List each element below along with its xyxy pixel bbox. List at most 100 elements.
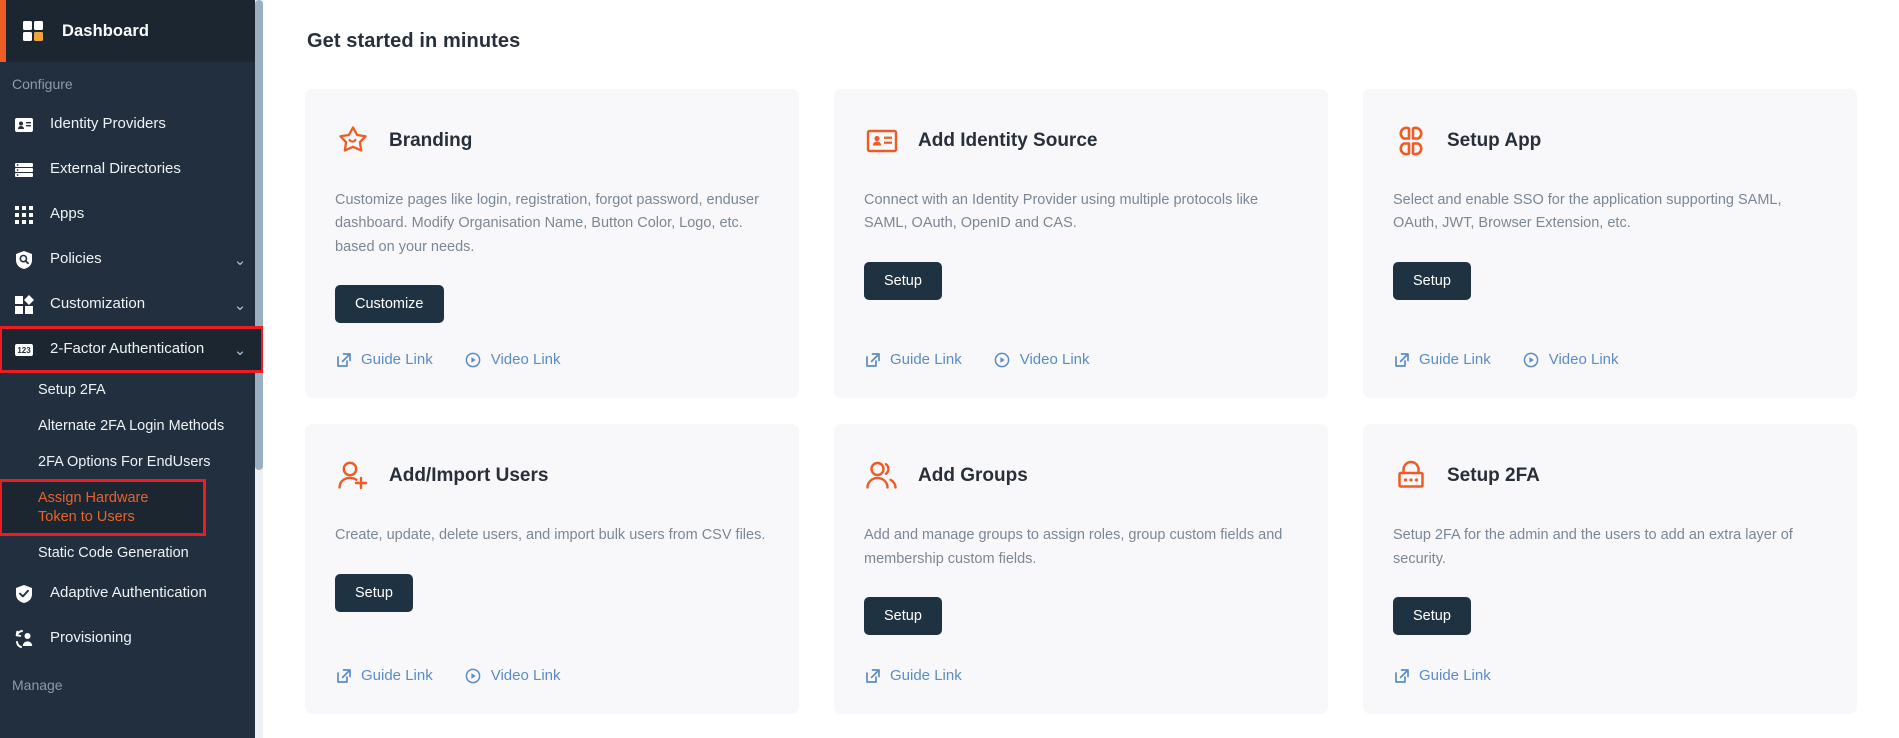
card-header: Add/Import Users xyxy=(335,458,769,494)
chevron-down-icon xyxy=(233,632,247,646)
card-title: Setup App xyxy=(1447,130,1541,152)
users-group-icon xyxy=(864,458,900,494)
external-link-icon xyxy=(1393,351,1410,368)
shield-check-icon xyxy=(12,582,36,606)
dashboard-grid-icon xyxy=(22,20,44,42)
shield-search-icon xyxy=(12,248,36,272)
setup-button[interactable]: Setup xyxy=(335,574,413,612)
chevron-down-icon[interactable]: ⌄ xyxy=(233,253,247,267)
id-card-icon xyxy=(12,113,36,137)
setup-button[interactable]: Setup xyxy=(864,262,942,300)
chevron-down-icon xyxy=(233,587,247,601)
card-add-groups: Add Groups Add and manage groups to assi… xyxy=(834,424,1328,714)
sidebar-item-provisioning[interactable]: Provisioning xyxy=(0,616,263,661)
card-description: Connect with an Identity Provider using … xyxy=(864,189,1298,236)
four-petals-icon xyxy=(1393,123,1429,159)
external-link-icon xyxy=(864,351,881,368)
guide-link-label: Guide Link xyxy=(361,667,433,684)
guide-link[interactable]: Guide Link xyxy=(864,667,962,684)
guide-link-label: Guide Link xyxy=(361,351,433,368)
card-description: Customize pages like login, registration… xyxy=(335,189,769,259)
card-header: Setup App xyxy=(1393,123,1827,159)
setup-button[interactable]: Setup xyxy=(1393,262,1471,300)
card-setup-2fa: Setup 2FA Setup 2FA for the admin and th… xyxy=(1363,424,1857,714)
sidebar-item-customization[interactable]: Customization ⌄ xyxy=(0,282,263,327)
lock-icon xyxy=(1393,458,1429,494)
setup-button[interactable]: Setup xyxy=(1393,597,1471,635)
sidebar-section-manage: Manage xyxy=(0,661,263,703)
play-circle-icon xyxy=(994,351,1011,368)
card-links: Guide Link Video Link xyxy=(335,667,769,684)
guide-link-label: Guide Link xyxy=(890,351,962,368)
card-add-import-users: Add/Import Users Create, update, delete … xyxy=(305,424,799,714)
video-link[interactable]: Video Link xyxy=(994,351,1090,368)
apps-grid-icon xyxy=(12,203,36,227)
video-link-label: Video Link xyxy=(491,351,561,368)
sidebar-item-label: Adaptive Authentication xyxy=(50,584,233,603)
external-link-icon xyxy=(335,351,352,368)
sidebar-subitem-label: Static Code Generation xyxy=(38,544,189,563)
chevron-down-icon[interactable]: ⌄ xyxy=(233,343,247,357)
play-circle-icon xyxy=(465,351,482,368)
sidebar-item-external-directories[interactable]: External Directories xyxy=(0,147,263,192)
play-circle-icon xyxy=(1523,351,1540,368)
chevron-down-icon xyxy=(233,118,247,132)
guide-link[interactable]: Guide Link xyxy=(335,667,433,684)
guide-link[interactable]: Guide Link xyxy=(335,351,433,368)
external-link-icon xyxy=(864,667,881,684)
sidebar-header-label: Dashboard xyxy=(62,22,149,41)
sidebar-item-apps[interactable]: Apps xyxy=(0,192,263,237)
sidebar-item-policies[interactable]: Policies ⌄ xyxy=(0,237,263,282)
card-add-identity-source: Add Identity Source Connect with an Iden… xyxy=(834,89,1328,398)
guide-link[interactable]: Guide Link xyxy=(1393,667,1491,684)
video-link[interactable]: Video Link xyxy=(465,667,561,684)
chevron-down-icon[interactable]: ⌄ xyxy=(233,298,247,312)
sidebar-item-label: Customization xyxy=(50,295,233,314)
card-description: Select and enable SSO for the applicatio… xyxy=(1393,189,1827,236)
card-links: Guide Link Video Link xyxy=(1393,351,1827,368)
card-links: Guide Link xyxy=(864,667,1298,684)
page-title: Get started in minutes xyxy=(307,30,1857,53)
sidebar-subitem-label: 2FA Options For EndUsers xyxy=(38,453,210,472)
card-header: Setup 2FA xyxy=(1393,458,1827,494)
card-description: Create, update, delete users, and import… xyxy=(335,524,769,547)
video-link-label: Video Link xyxy=(1549,351,1619,368)
card-links: Guide Link Video Link xyxy=(864,351,1298,368)
external-link-icon xyxy=(335,667,352,684)
card-setup-app: Setup App Select and enable SSO for the … xyxy=(1363,89,1857,398)
guide-link-label: Guide Link xyxy=(1419,351,1491,368)
card-title: Branding xyxy=(389,130,472,152)
sidebar-subitem-static-code-generation[interactable]: Static Code Generation xyxy=(0,535,263,571)
card-header: Add Groups xyxy=(864,458,1298,494)
sidebar-item-label: Identity Providers xyxy=(50,115,233,134)
chevron-down-icon xyxy=(233,208,247,222)
card-description: Add and manage groups to assign roles, g… xyxy=(864,524,1298,571)
sidebar: Dashboard Configure Identity Providers xyxy=(0,0,263,738)
sidebar-subitem-alternate-2fa-login-methods[interactable]: Alternate 2FA Login Methods xyxy=(0,408,263,444)
getting-started-card-grid: Branding Customize pages like login, reg… xyxy=(305,89,1857,714)
card-title: Add Groups xyxy=(918,465,1028,487)
sidebar-header-dashboard[interactable]: Dashboard xyxy=(0,0,263,62)
card-description: Setup 2FA for the admin and the users to… xyxy=(1393,524,1827,571)
app-root: Dashboard Configure Identity Providers xyxy=(0,0,1899,738)
sidebar-subitem-2fa-options-for-endusers[interactable]: 2FA Options For EndUsers xyxy=(0,444,263,480)
sidebar-item-2-factor-authentication[interactable]: 123 2-Factor Authentication ⌄ xyxy=(0,327,263,372)
customize-button[interactable]: Customize xyxy=(335,285,444,323)
sidebar-item-adaptive-authentication[interactable]: Adaptive Authentication xyxy=(0,571,263,616)
guide-link[interactable]: Guide Link xyxy=(1393,351,1491,368)
guide-link[interactable]: Guide Link xyxy=(864,351,962,368)
sidebar-subitem-assign-hardware-token-to-users[interactable]: Assign Hardware Token to Users xyxy=(0,480,205,535)
sidebar-subitem-setup-2fa[interactable]: Setup 2FA xyxy=(0,372,263,408)
sidebar-scrollbar-thumb[interactable] xyxy=(255,0,263,470)
external-link-icon xyxy=(1393,667,1410,684)
card-header: Branding xyxy=(335,123,769,159)
card-title: Add/Import Users xyxy=(389,465,548,487)
svg-text:123: 123 xyxy=(17,346,31,355)
setup-button[interactable]: Setup xyxy=(864,597,942,635)
card-header: Add Identity Source xyxy=(864,123,1298,159)
sidebar-item-label: External Directories xyxy=(50,160,233,179)
video-link[interactable]: Video Link xyxy=(1523,351,1619,368)
sidebar-item-identity-providers[interactable]: Identity Providers xyxy=(0,102,263,147)
video-link[interactable]: Video Link xyxy=(465,351,561,368)
numeric-123-icon: 123 xyxy=(12,338,36,362)
